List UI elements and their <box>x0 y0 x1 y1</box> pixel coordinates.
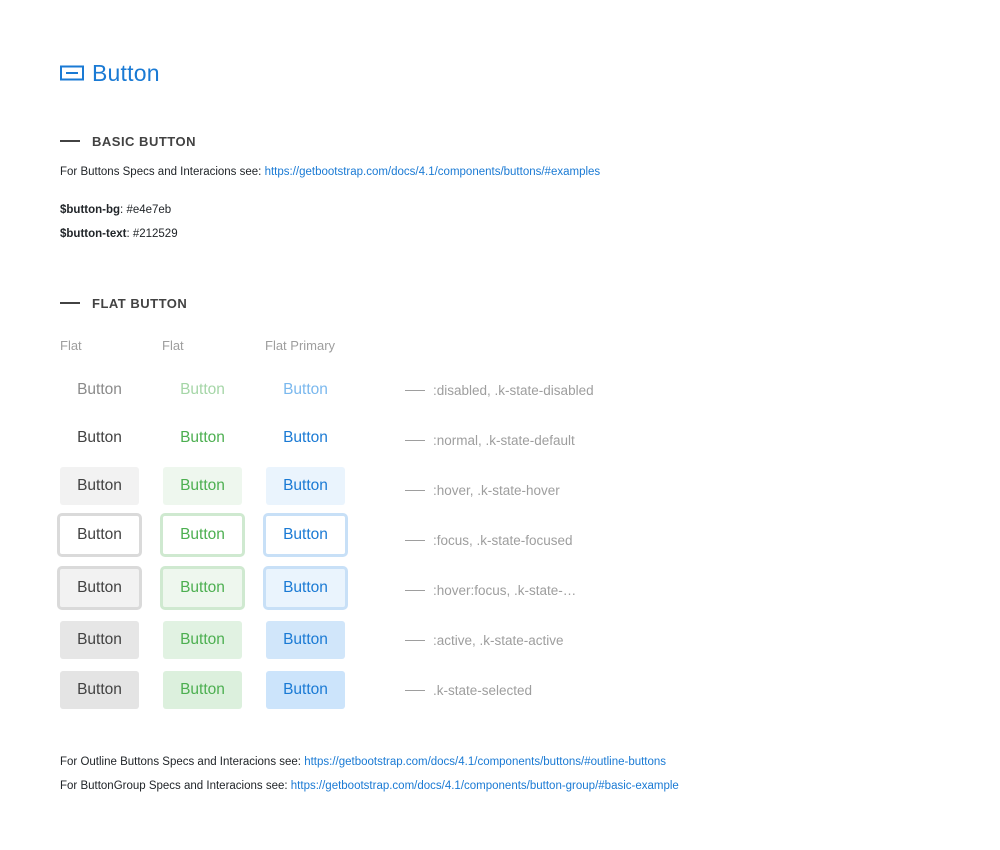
column-header-flat-primary: Flat Primary <box>265 338 336 353</box>
state-label-text: :hover, .k-state-hover <box>433 482 560 498</box>
section-basic-button: BASIC BUTTON <box>60 132 196 150</box>
state-rule <box>405 539 425 541</box>
state-label-text: :focus, .k-state-focused <box>433 532 573 548</box>
flat-button-hover[interactable]: Button <box>60 467 139 505</box>
flat-success-button-focus[interactable]: Button <box>160 513 245 557</box>
state-rule <box>405 489 425 491</box>
state-rule <box>405 439 425 441</box>
page-title-text: Button <box>92 59 160 86</box>
variable-name: $button-text <box>60 228 127 240</box>
section-rule <box>60 302 80 304</box>
button-icon <box>60 65 84 81</box>
flat-success-button-disabled[interactable]: Button <box>163 371 242 409</box>
state-label-disabled: :disabled, .k-state-disabled <box>405 380 594 400</box>
flat-success-button-selected[interactable]: Button <box>163 671 242 709</box>
flat-success-button-active[interactable]: Button <box>163 621 242 659</box>
state-label-active: :active, .k-state-active <box>405 630 564 650</box>
variable-value: #212529 <box>132 228 178 240</box>
state-label-selected: .k-state-selected <box>405 680 532 700</box>
flat-primary-button-normal[interactable]: Button <box>266 419 345 457</box>
state-label-normal: :normal, .k-state-default <box>405 430 575 450</box>
column-header-flat-success: Flat <box>162 338 184 353</box>
state-rule <box>405 389 425 391</box>
outline-specs-line: For Outline Buttons Specs and Interacion… <box>60 756 666 768</box>
flat-primary-button-selected[interactable]: Button <box>266 671 345 709</box>
basic-specs-prefix: For Buttons Specs and Interacions see: <box>60 166 265 178</box>
flat-button-hover-focus[interactable]: Button <box>57 566 142 610</box>
state-label-text: :disabled, .k-state-disabled <box>433 382 594 398</box>
basic-specs-line: For Buttons Specs and Interacions see: h… <box>60 166 600 178</box>
state-label-hover: :hover, .k-state-hover <box>405 480 560 500</box>
state-label-hover-focus: :hover:focus, .k-state-… <box>405 580 576 600</box>
section-flat-button: FLAT BUTTON <box>60 294 187 312</box>
flat-primary-button-hover[interactable]: Button <box>266 467 345 505</box>
variable-value: #e4e7eb <box>126 204 172 216</box>
button-group-specs-link[interactable]: https://getbootstrap.com/docs/4.1/compon… <box>291 780 679 792</box>
button-group-specs-line: For ButtonGroup Specs and Interacions se… <box>60 780 679 792</box>
flat-primary-button-active[interactable]: Button <box>266 621 345 659</box>
outline-specs-prefix: For Outline Buttons Specs and Interacion… <box>60 756 305 768</box>
state-rule <box>405 689 425 691</box>
state-label-text: .k-state-selected <box>433 682 533 698</box>
flat-success-button-normal[interactable]: Button <box>163 419 242 457</box>
flat-button-selected[interactable]: Button <box>60 671 139 709</box>
section-rule <box>60 140 80 142</box>
section-heading: BASIC BUTTON <box>92 133 196 149</box>
state-rule <box>405 639 425 641</box>
state-label-text: :active, .k-state-active <box>433 632 564 648</box>
section-heading: FLAT BUTTON <box>92 295 188 311</box>
flat-button-focus[interactable]: Button <box>57 513 142 557</box>
variable-row: $button-text: #212529 <box>60 228 178 240</box>
flat-primary-button-hover-focus[interactable]: Button <box>263 566 348 610</box>
state-label-text: :hover:focus, .k-state-… <box>433 582 577 598</box>
button-group-specs-prefix: For ButtonGroup Specs and Interacions se… <box>60 780 291 792</box>
flat-button-active[interactable]: Button <box>60 621 139 659</box>
basic-specs-link[interactable]: https://getbootstrap.com/docs/4.1/compon… <box>265 166 601 178</box>
flat-button-disabled[interactable]: Button <box>60 371 139 409</box>
variable-name: $button-bg <box>60 204 121 216</box>
flat-button-normal[interactable]: Button <box>60 419 139 457</box>
state-rule <box>405 589 425 591</box>
flat-success-button-hover-focus[interactable]: Button <box>160 566 245 610</box>
flat-primary-button-disabled[interactable]: Button <box>266 371 345 409</box>
state-label-focus: :focus, .k-state-focused <box>405 530 573 550</box>
variable-row: $button-bg: #e4e7eb <box>60 204 171 216</box>
state-label-text: :normal, .k-state-default <box>433 432 575 448</box>
column-header-flat: Flat <box>60 338 82 353</box>
outline-specs-link[interactable]: https://getbootstrap.com/docs/4.1/compon… <box>304 756 666 768</box>
flat-success-button-hover[interactable]: Button <box>163 467 242 505</box>
flat-primary-button-focus[interactable]: Button <box>263 513 348 557</box>
page-title: Button <box>60 58 160 88</box>
